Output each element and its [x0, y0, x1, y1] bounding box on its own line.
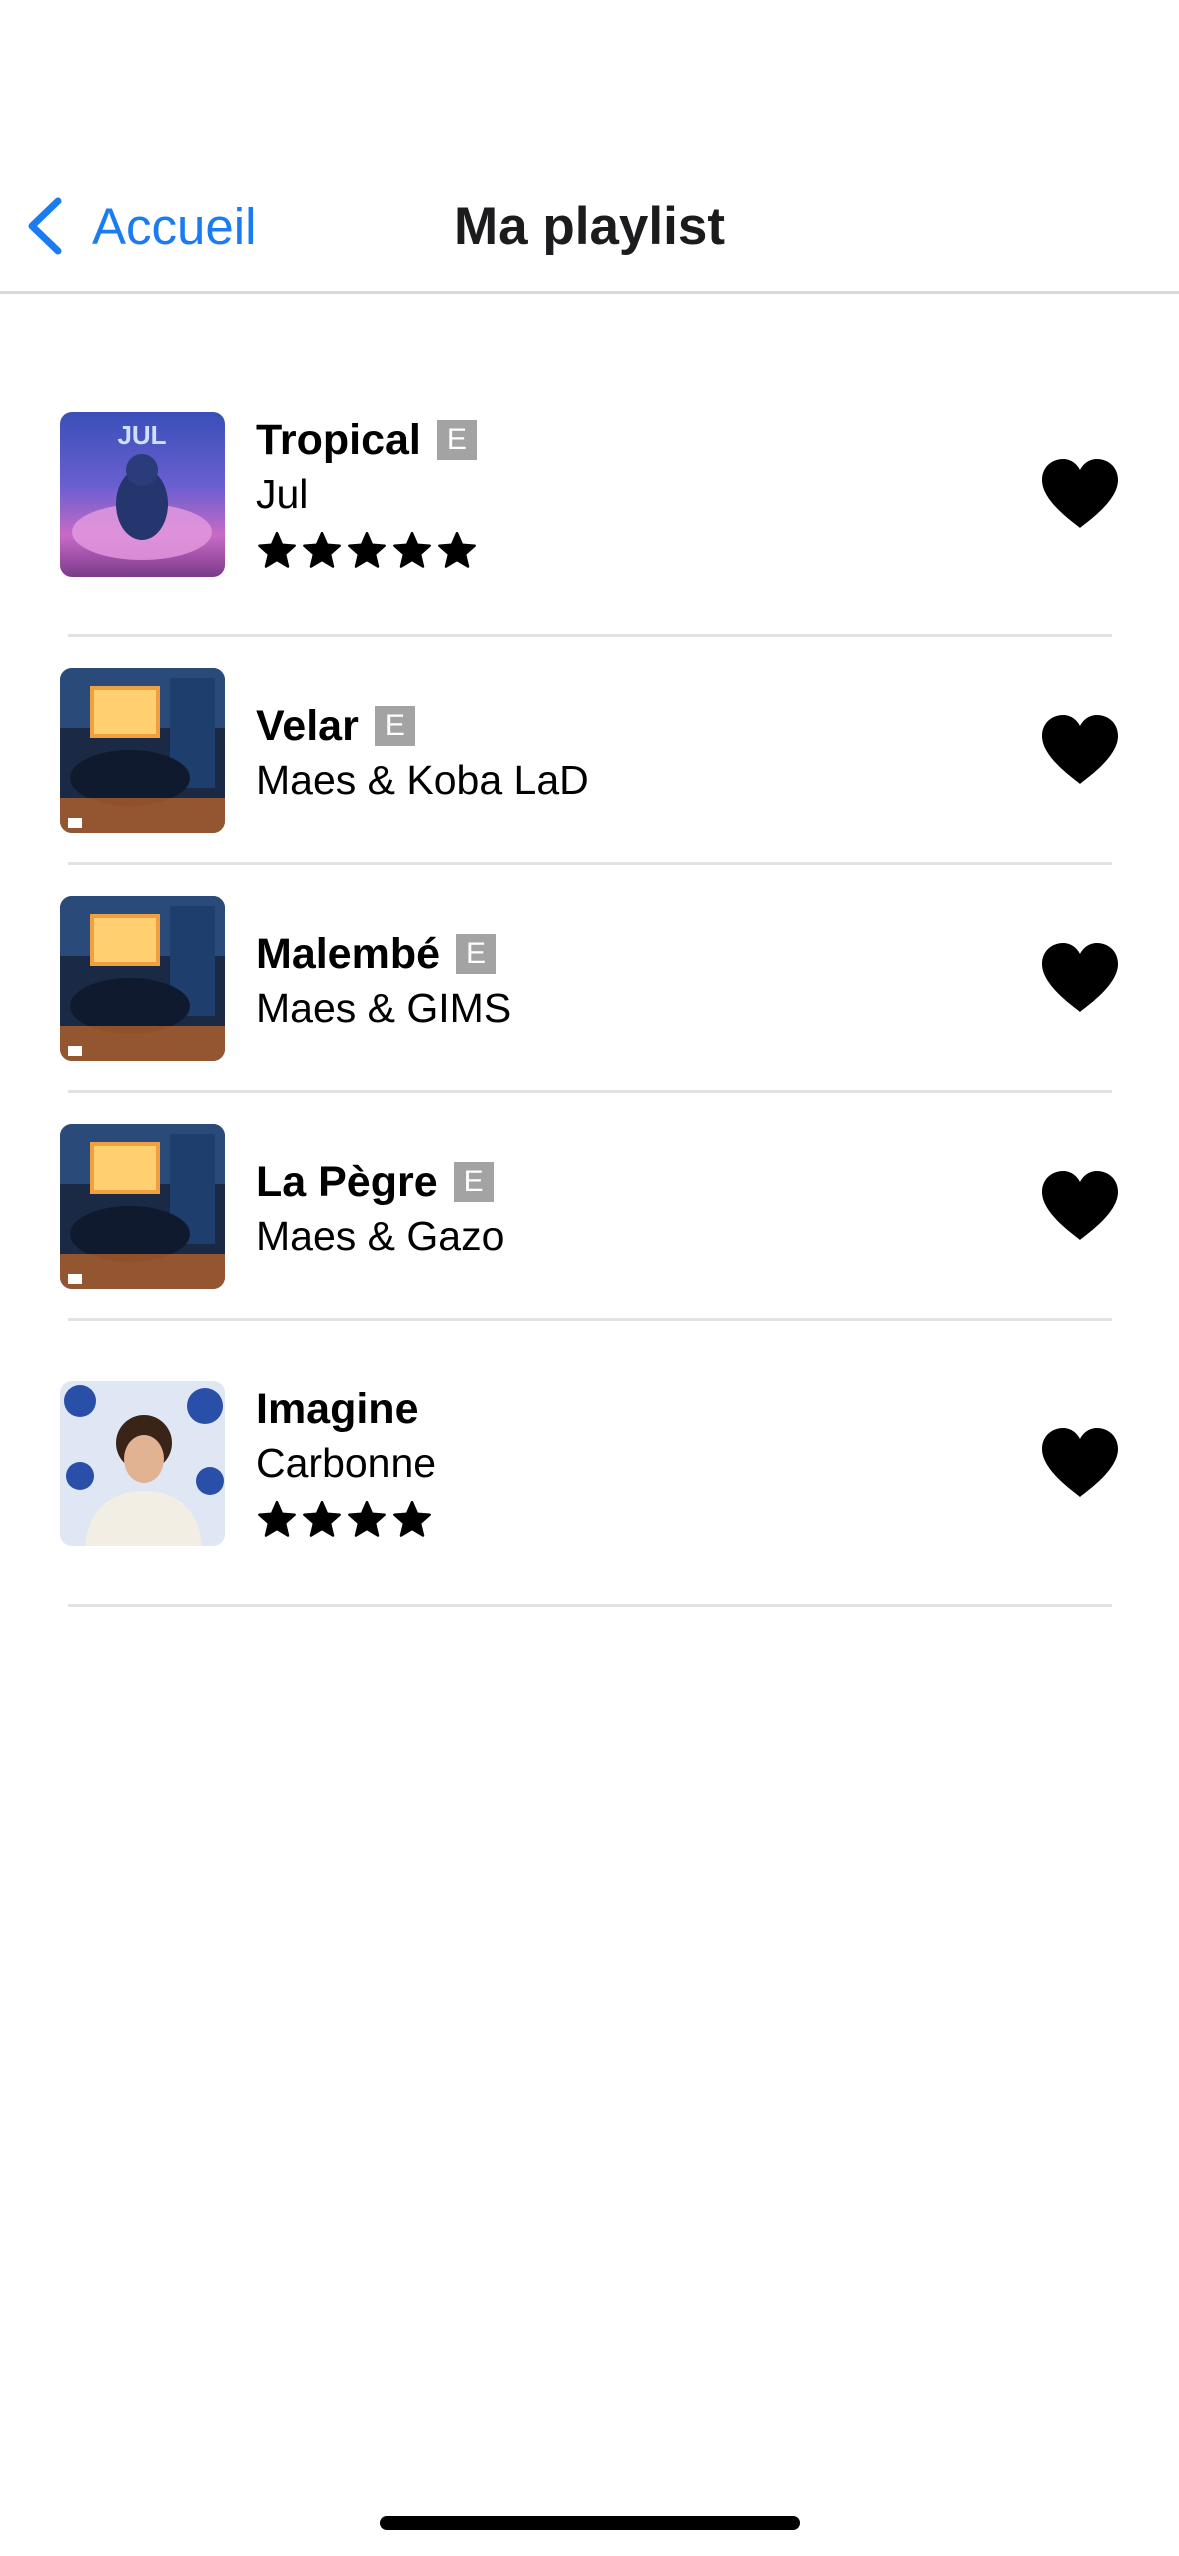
star-icon	[346, 530, 388, 572]
star-icon	[346, 1499, 388, 1541]
star-icon	[256, 1499, 298, 1541]
track-row[interactable]: Velar E Maes & Koba LaD	[0, 668, 1179, 868]
heart-icon[interactable]	[1040, 458, 1120, 530]
svg-text:JUL: JUL	[117, 420, 166, 450]
star-icon	[391, 530, 433, 572]
explicit-badge: E	[436, 420, 477, 460]
track-artist: Carbonne	[256, 1440, 437, 1486]
divider	[68, 1318, 1112, 1321]
track-row[interactable]: JUL Tropical E Jul	[0, 412, 1179, 632]
star-icon	[301, 1499, 343, 1541]
track-title: Tropical	[256, 416, 421, 464]
star-icon	[436, 530, 478, 572]
rating-stars	[256, 1499, 436, 1541]
track-artist: Maes & Gazo	[256, 1213, 505, 1259]
star-icon	[301, 530, 343, 572]
track-title: Malembé	[256, 930, 441, 978]
album-cover	[60, 1381, 225, 1546]
heart-icon[interactable]	[1040, 714, 1120, 786]
heart-icon[interactable]	[1040, 942, 1120, 1014]
page-title: Ma playlist	[454, 197, 725, 256]
divider	[68, 862, 1112, 865]
rating-stars	[256, 530, 481, 572]
navigation-bar: Accueil Ma playlist	[0, 0, 1179, 294]
heart-icon[interactable]	[1040, 1427, 1120, 1499]
track-artist: Maes & Koba LaD	[256, 757, 589, 803]
track-title: Velar	[256, 702, 359, 750]
track-row[interactable]: Malembé E Maes & GIMS	[0, 896, 1179, 1096]
track-artist: Jul	[256, 471, 309, 517]
track-row[interactable]: La Pègre E Maes & Gazo	[0, 1124, 1179, 1324]
track-title: La Pègre	[256, 1158, 438, 1206]
divider	[68, 1090, 1112, 1093]
album-cover: JUL	[60, 412, 225, 577]
star-icon	[391, 1499, 433, 1541]
explicit-badge: E	[453, 1162, 494, 1202]
album-cover	[60, 1124, 225, 1289]
track-title: Imagine	[256, 1385, 419, 1433]
explicit-badge: E	[456, 934, 497, 974]
album-cover	[60, 896, 225, 1061]
divider	[68, 634, 1112, 637]
divider	[68, 1604, 1112, 1607]
explicit-badge: E	[374, 706, 415, 746]
star-icon	[256, 530, 298, 572]
track-row[interactable]: Imagine Carbonne	[0, 1381, 1179, 1601]
album-cover	[60, 668, 225, 833]
heart-icon[interactable]	[1040, 1170, 1120, 1242]
track-artist: Maes & GIMS	[256, 985, 512, 1031]
home-indicator[interactable]	[380, 2516, 800, 2530]
